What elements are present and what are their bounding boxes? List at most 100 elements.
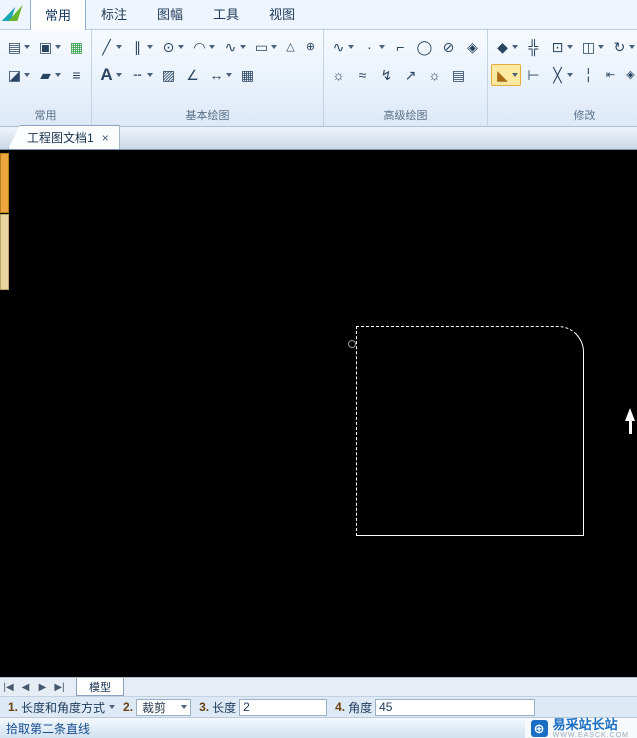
trim-icon[interactable]: ╳: [546, 64, 576, 86]
option4-number: 4.: [335, 700, 346, 714]
arc-icon[interactable]: ◠: [188, 36, 218, 58]
tab-home[interactable]: 常用: [30, 0, 87, 30]
angle-icon[interactable]: ∠: [181, 64, 204, 86]
docked-panel-tab-1[interactable]: [0, 153, 9, 213]
drawn-rectangle-with-fillet[interactable]: [356, 326, 584, 536]
document-tab[interactable]: 工程图文档1 ×: [8, 125, 120, 149]
gear2-icon[interactable]: ☼: [423, 64, 446, 86]
table-icon[interactable]: ▦: [236, 64, 259, 86]
command-prompt-text: 拾取第二条直线: [6, 721, 91, 736]
rectangle-icon[interactable]: ▭: [250, 36, 280, 58]
trim-mode-combobox[interactable]: 裁剪: [136, 698, 192, 716]
point-icon[interactable]: ∙: [358, 36, 388, 58]
dropdown-caret-icon: [598, 45, 604, 49]
tab-drawing-frame[interactable]: 图幅: [142, 0, 198, 29]
parallel-line-icon[interactable]: ∥: [126, 36, 156, 58]
text-icon[interactable]: A: [95, 64, 125, 86]
move-icon[interactable]: ╬: [522, 36, 545, 58]
dropdown-caret-icon: [209, 45, 215, 49]
ribbon-tab-bar: 常用 标注 图幅 工具 视图: [0, 0, 637, 30]
dropdown-caret-icon: [24, 45, 30, 49]
angle-input[interactable]: [375, 698, 536, 716]
block-icon[interactable]: ◈: [461, 36, 484, 58]
circle-icon[interactable]: ⊙: [157, 36, 187, 58]
document-tab-label: 工程图文档1: [27, 131, 94, 145]
spline-icon[interactable]: ∿: [219, 36, 249, 58]
break-icon[interactable]: ╎: [577, 64, 600, 86]
property-brush-icon[interactable]: ◆: [491, 36, 521, 58]
prev-sheet-button[interactable]: ◀: [17, 678, 34, 696]
dropdown-caret-icon: [271, 45, 277, 49]
copy-icon[interactable]: ▣: [34, 36, 64, 58]
group-label-basic-draw: 基本绘图: [185, 110, 230, 122]
dropdown-caret-icon: [512, 73, 518, 77]
hatch-icon[interactable]: ▨: [157, 64, 180, 86]
first-sheet-button[interactable]: |◀: [0, 678, 17, 696]
next-sheet-button[interactable]: ▶: [34, 678, 51, 696]
dropdown-caret-icon: [629, 45, 635, 49]
dropdown-caret-icon: [178, 45, 184, 49]
ribbon-group-basic-draw: ╱ ∥ ⊙ ◠ ∿ ▭ △ ⊕ A ╌ ▨ ∠ ↔ ▦ 基本绘图: [92, 30, 324, 126]
model-tab[interactable]: 模型: [76, 678, 124, 696]
model-sheet-bar: |◀ ◀ ▶ ▶| 模型: [0, 677, 637, 696]
polygon-icon[interactable]: △: [281, 36, 300, 58]
drawing-canvas[interactable]: [0, 150, 637, 677]
close-document-icon[interactable]: ×: [102, 132, 109, 144]
ribbon-group-advanced-draw: ∿ ∙ ⌐ ◯ ⊘ ◈ ☼ ≈ ↯ ↗ ☼ ▤ 高级绘图: [324, 30, 488, 126]
formula-curve-icon[interactable]: ⊘: [437, 36, 460, 58]
eraser-icon[interactable]: ◪: [3, 64, 33, 86]
watermark-logo-icon: ⊕: [530, 720, 548, 737]
option3-number: 3.: [199, 700, 210, 714]
app-logo-icon[interactable]: [1, 3, 26, 27]
watermark-subtitle: WWW.EASCK.COM: [552, 732, 629, 738]
option1-mode-dropdown[interactable]: 长度和角度方式: [21, 699, 105, 716]
gear-icon[interactable]: ☼: [327, 64, 350, 86]
dropdown-caret-icon: [116, 45, 122, 49]
paste-icon[interactable]: ▤: [3, 36, 33, 58]
polyline-icon[interactable]: ⌐: [389, 36, 412, 58]
layer-settings-icon[interactable]: ≡: [65, 64, 88, 86]
angle-label: 角度: [348, 700, 373, 715]
dash-dot-line-icon[interactable]: ╌: [126, 64, 156, 86]
group-label-common: 常用: [34, 110, 57, 122]
length-input[interactable]: [239, 698, 328, 716]
mirror-icon[interactable]: ◫: [577, 36, 607, 58]
docked-panel-tab-2[interactable]: [0, 214, 9, 290]
curve-icon[interactable]: ∿: [327, 36, 357, 58]
rotate-icon[interactable]: ↻: [608, 36, 637, 58]
chamfer-fillet-icon[interactable]: ◣: [491, 64, 521, 86]
wave-line-icon[interactable]: ≈: [351, 64, 374, 86]
dropdown-caret-icon: [348, 45, 354, 49]
ruler-icon[interactable]: ▤: [447, 64, 470, 86]
extend-icon[interactable]: ⊢: [522, 64, 545, 86]
ribbon-group-common: ▤ ▣ ▦ ◪ ▰ ≡ 常用: [0, 30, 92, 126]
dimension-icon[interactable]: ↔: [205, 64, 235, 86]
tab-view[interactable]: 视图: [254, 0, 310, 29]
watermark-title: 易采站长站: [552, 717, 618, 732]
tab-tools[interactable]: 工具: [198, 0, 254, 29]
ellipse-icon[interactable]: ◯: [413, 36, 436, 58]
document-tab-bar: 工程图文档1 ×: [0, 125, 637, 150]
format-brush-icon[interactable]: ▰: [34, 64, 64, 86]
explode-icon[interactable]: ◈: [621, 64, 637, 86]
option2-number: 2.: [123, 700, 134, 714]
last-sheet-button[interactable]: ▶|: [51, 678, 68, 696]
cad-window: 常用 标注 图幅 工具 视图 ▤ ▣ ▦ ◪ ▰ ≡ 常用 ╱ ∥ ⊙ ◠ ∿ …: [0, 0, 637, 738]
dropdown-caret-icon[interactable]: [109, 705, 116, 709]
centerline-icon[interactable]: ⊕: [301, 36, 320, 58]
arrow-icon[interactable]: ↗: [399, 64, 422, 86]
tab-dimension[interactable]: 标注: [86, 0, 142, 29]
group-label-advanced-draw: 高级绘图: [383, 110, 428, 122]
offset-icon[interactable]: ⊡: [546, 36, 576, 58]
length-label: 长度: [212, 700, 237, 715]
insert-object-icon[interactable]: ▦: [65, 36, 88, 58]
dropdown-caret-icon: [55, 45, 61, 49]
stretch-icon[interactable]: ⇤: [601, 64, 620, 86]
line-icon[interactable]: ╱: [95, 36, 125, 58]
zigzag-line-icon[interactable]: ↯: [375, 64, 398, 86]
status-bar: 拾取第二条直线 ⊕ 易采站长站 WWW.EASCK.COM: [0, 717, 637, 738]
dropdown-caret-icon: [147, 73, 153, 77]
command-options-bar: 1. 长度和角度方式 2. 裁剪 3. 长度 4. 角度: [0, 696, 637, 717]
ribbon-panel: ▤ ▣ ▦ ◪ ▰ ≡ 常用 ╱ ∥ ⊙ ◠ ∿ ▭ △ ⊕ A ╌ ▨ ∠ ↔…: [0, 30, 637, 127]
dropdown-caret-icon: [512, 45, 518, 49]
